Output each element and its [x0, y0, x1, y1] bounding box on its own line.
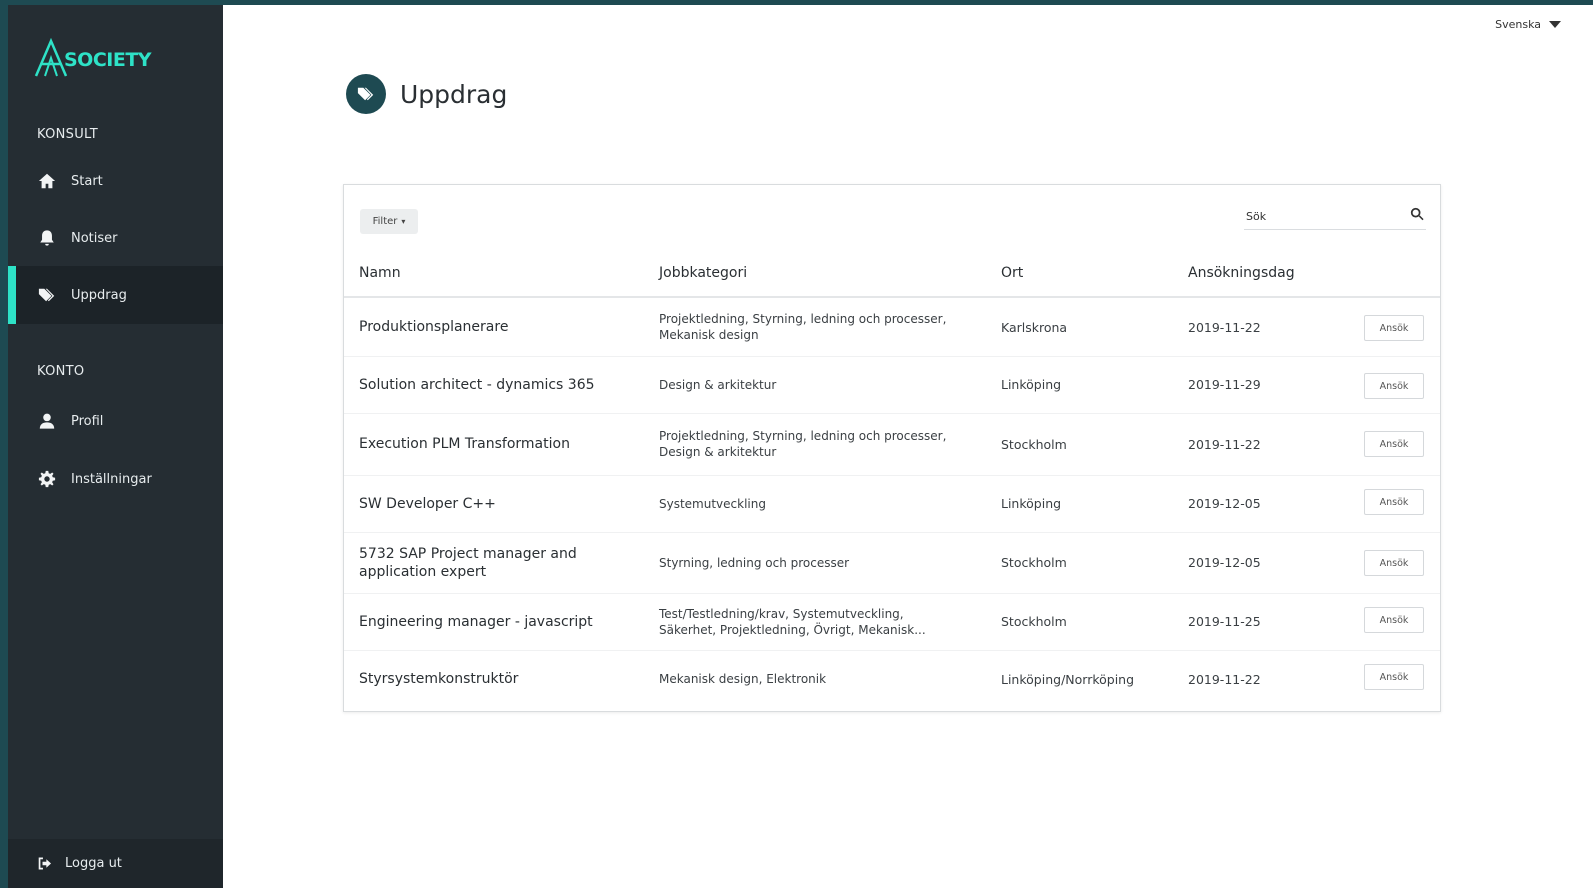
- filter-button[interactable]: Filter ▾: [360, 209, 418, 234]
- language-label: Svenska: [1495, 18, 1541, 31]
- apply-button[interactable]: Ansök: [1364, 373, 1424, 399]
- table-row[interactable]: Produktionsplanerare Projektledning, Sty…: [344, 298, 1440, 357]
- cell-date: 2019-11-22: [1188, 319, 1261, 335]
- cell-date: 2019-11-22: [1188, 671, 1261, 687]
- section-label-konto: KONTO: [37, 364, 85, 379]
- filter-label: Filter: [372, 216, 398, 227]
- table-row[interactable]: Execution PLM Transformation Projektledn…: [344, 413, 1440, 476]
- sidebar: SOCIETY KONSULT Start Notiser Uppdrag KO…: [8, 5, 223, 888]
- cell-city: Stockholm: [1001, 555, 1067, 570]
- table-row[interactable]: Engineering manager - javascript Test/Te…: [344, 593, 1440, 651]
- cell-category: Projektledning, Styrning, ledning och pr…: [659, 429, 947, 459]
- column-header-namn[interactable]: Namn: [359, 265, 401, 281]
- search-box: [1244, 203, 1426, 230]
- window-frame-left: [0, 0, 8, 888]
- logo[interactable]: SOCIETY: [32, 37, 182, 82]
- cell-name: SW Developer C++: [359, 495, 496, 512]
- table-row[interactable]: 5732 SAP Project manager and application…: [344, 532, 1440, 594]
- window-frame-top: [0, 0, 1593, 5]
- cell-city: Linköping: [1001, 377, 1062, 392]
- cell-name: Engineering manager - javascript: [359, 613, 593, 630]
- sidebar-item-label: Profil: [71, 413, 104, 429]
- user-icon: [37, 411, 57, 431]
- cell-date: 2019-11-29: [1188, 377, 1261, 392]
- apply-button[interactable]: Ansök: [1364, 431, 1424, 457]
- sidebar-item-label: Uppdrag: [71, 287, 127, 303]
- cell-city: Linköping/Norrköping: [1001, 671, 1135, 687]
- section-label-konsult: KONSULT: [37, 127, 99, 142]
- sidebar-item-label: Notiser: [71, 230, 118, 246]
- bell-icon: [37, 228, 57, 248]
- cell-name: Solution architect - dynamics 365: [359, 376, 595, 393]
- logout-label: Logga ut: [65, 856, 122, 871]
- cell-name: Styrsystemkonstruktör: [359, 671, 519, 687]
- tags-icon: [346, 74, 386, 114]
- cell-category: Projektledning, Styrning, ledning och pr…: [659, 312, 947, 342]
- apply-button[interactable]: Ansök: [1364, 489, 1424, 515]
- assignments-card: Filter ▾ Namn Jobbkategori Ort Ansökning…: [343, 184, 1441, 712]
- sidebar-item-label: Inställningar: [71, 471, 152, 487]
- page-title: Uppdrag: [400, 79, 508, 109]
- logout-button[interactable]: Logga ut: [8, 839, 223, 888]
- cell-category: Styrning, ledning och processer: [659, 555, 850, 570]
- cell-date: 2019-11-25: [1188, 614, 1261, 629]
- sidebar-item-start[interactable]: Start: [8, 152, 223, 210]
- apply-button[interactable]: Ansök: [1364, 664, 1424, 690]
- apply-button[interactable]: Ansök: [1364, 607, 1424, 633]
- cell-city: Karlskrona: [1001, 319, 1068, 335]
- cell-city: Stockholm: [1001, 436, 1067, 452]
- language-select[interactable]: Svenska: [1495, 18, 1561, 31]
- table-row[interactable]: Solution architect - dynamics 365 Design…: [344, 356, 1440, 414]
- cell-city: Linköping: [1001, 496, 1062, 511]
- home-icon: [37, 171, 57, 191]
- cell-name: Produktionsplanerare: [359, 319, 509, 335]
- cell-city: Stockholm: [1001, 614, 1067, 629]
- cell-category: Mekanisk design, Elektronik: [659, 672, 827, 686]
- cell-name: Execution PLM Transformation: [359, 436, 570, 452]
- sidebar-item-profil[interactable]: Profil: [8, 392, 223, 450]
- cell-name: 5732 SAP Project manager and application…: [359, 545, 577, 580]
- cell-category: Test/Testledning/krav, Systemutveckling,…: [659, 606, 926, 637]
- column-header-ort[interactable]: Ort: [1001, 265, 1023, 281]
- search-icon[interactable]: [1410, 206, 1424, 221]
- column-header-ansokningsdag[interactable]: Ansökningsdag: [1188, 265, 1295, 281]
- search-input[interactable]: [1244, 205, 1398, 227]
- table-row[interactable]: Styrsystemkonstruktör Mekanisk design, E…: [344, 650, 1440, 708]
- cell-date: 2019-12-05: [1188, 555, 1261, 570]
- sidebar-item-uppdrag[interactable]: Uppdrag: [8, 266, 223, 324]
- apply-button[interactable]: Ansök: [1364, 550, 1424, 576]
- table-row[interactable]: SW Developer C++ Systemutveckling Linköp…: [344, 475, 1440, 533]
- page-header: Uppdrag: [346, 74, 507, 114]
- cell-date: 2019-12-05: [1188, 496, 1261, 511]
- sidebar-item-installningar[interactable]: Inställningar: [8, 450, 223, 508]
- caret-down-icon: [1549, 21, 1561, 28]
- sign-out-icon: [37, 854, 57, 874]
- gear-icon: [37, 469, 57, 489]
- cell-category: Systemutveckling: [659, 496, 766, 511]
- chevron-down-icon: ▾: [401, 217, 406, 226]
- apply-button[interactable]: Ansök: [1364, 315, 1424, 341]
- cell-category: Design & arkitektur: [659, 377, 777, 392]
- sidebar-item-label: Start: [71, 173, 103, 189]
- sidebar-item-notiser[interactable]: Notiser: [8, 209, 223, 267]
- column-header-jobbkategori[interactable]: Jobbkategori: [659, 265, 747, 281]
- cell-date: 2019-11-22: [1188, 436, 1261, 452]
- logo-text: SOCIETY: [64, 49, 152, 71]
- tags-icon: [37, 285, 57, 305]
